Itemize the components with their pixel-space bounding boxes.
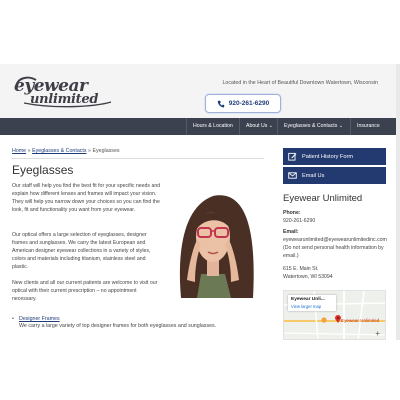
email-us-label: Email Us [302, 172, 325, 179]
patient-history-form-button[interactable]: Patient History Form [283, 148, 386, 165]
sidebar-email[interactable]: eyewearunlimited@eyewearunlimitedinc.com [283, 237, 387, 245]
designer-frames-link[interactable]: Designer Frames [19, 316, 60, 322]
sidebar-business-name: Eyewear Unlimited [283, 193, 363, 204]
breadcrumb-separator: » [88, 148, 91, 154]
woman-with-glasses-image [167, 182, 263, 298]
map-zoom-in-button[interactable]: + [375, 329, 380, 338]
address-line-2: Watertown, WI 53094 [283, 274, 333, 280]
breadcrumb-home[interactable]: Home [12, 148, 26, 154]
view-larger-map-link[interactable]: View larger map [291, 304, 321, 309]
nav-hours-location[interactable]: Hours & Location [186, 118, 239, 135]
nav-label: Insurance [357, 123, 380, 129]
breadcrumb-section[interactable]: Eyeglasses & Contacts [32, 148, 86, 154]
nav-label: About Us [246, 123, 268, 129]
walkin-paragraph: New clients and all our current patients… [12, 280, 158, 303]
top-blank-area [0, 0, 400, 64]
intro-paragraph: Our staff will help you find the best fi… [12, 183, 161, 214]
divider [12, 158, 264, 159]
phone-icon [217, 100, 224, 107]
header-phone-button[interactable]: 920-261-6290 [205, 94, 281, 113]
map-pin-label: Eyewear Unlimited [341, 318, 380, 323]
site-header: eyewear unlimited Located in the Heart o… [0, 64, 400, 118]
map-info-card: Eyewear Unli... View larger map [288, 295, 336, 311]
address-line-1: 615 E. Main St. [283, 266, 319, 272]
site-logo[interactable]: eyewear unlimited [14, 76, 114, 108]
model-photo [167, 182, 263, 298]
nav-label: Eyeglasses & Contacts [284, 123, 338, 129]
email-label: Email: [283, 229, 299, 235]
sidebar-phone[interactable]: 920-261-6290 [283, 218, 315, 226]
envelope-icon [288, 172, 297, 179]
email-us-button[interactable]: Email Us [283, 167, 386, 184]
nav-label: Hours & Location [193, 123, 233, 129]
edit-icon [288, 152, 297, 161]
list-bullet: • [12, 316, 14, 322]
main-nav: Hours & Location About Us ⌄ Eyeglasses &… [0, 118, 400, 135]
patient-history-form-label: Patient History Form [302, 153, 353, 160]
designer-frames-text: We carry a large variety of top designer… [19, 323, 217, 329]
nav-insurance[interactable]: Insurance [350, 118, 386, 135]
nav-about-us[interactable]: About Us ⌄ [239, 118, 279, 135]
chevron-down-icon: ⌄ [338, 123, 344, 129]
breadcrumb-current: Eyeglasses [92, 148, 120, 154]
logo-text-bottom: unlimited [30, 92, 99, 107]
nav-eyeglasses-contacts[interactable]: Eyeglasses & Contacts ⌄ [277, 118, 349, 135]
header-phone-number: 920-261-6290 [228, 100, 270, 107]
map-card-title: Eyewear Unli... [291, 297, 325, 302]
breadcrumb-separator: » [27, 148, 31, 154]
phone-label: Phone: [283, 210, 301, 216]
email-note: (Do not send personal health information… [283, 245, 384, 259]
location-map[interactable]: Eyewear Unli... View larger map Eyewear … [283, 290, 386, 340]
selection-paragraph: Our optical offers a large selection of … [12, 232, 151, 271]
chevron-down-icon: ⌄ [268, 123, 274, 129]
page-scrollbar[interactable] [396, 64, 400, 340]
header-tagline: Located in the Heart of Beautiful Downto… [222, 80, 378, 86]
page-title: Eyeglasses [12, 163, 74, 177]
bottom-blank-area [0, 340, 400, 400]
breadcrumb: Home » Eyeglasses & Contacts » Eyeglasse… [12, 148, 120, 154]
